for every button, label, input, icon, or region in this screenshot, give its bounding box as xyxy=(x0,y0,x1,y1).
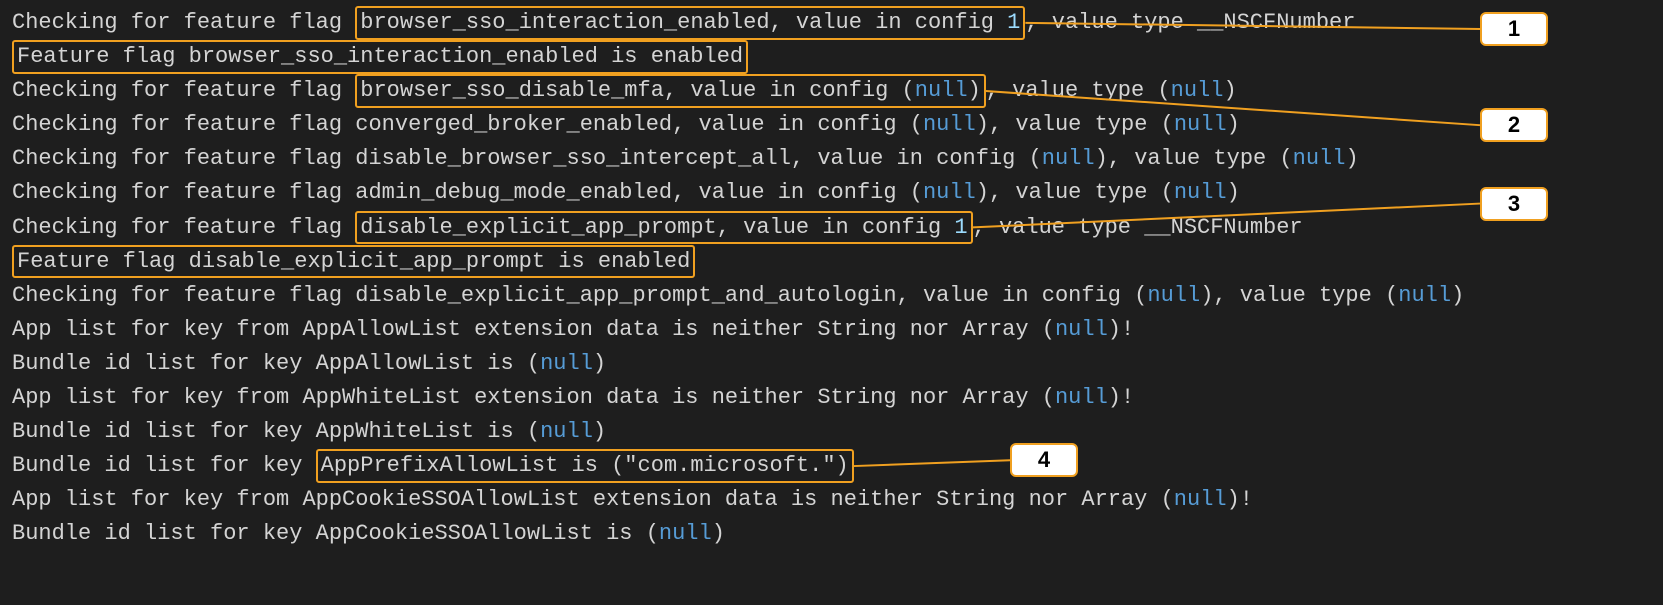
highlight-region: browser_sso_disable_mfa, value in config… xyxy=(355,74,986,108)
log-text: Feature flag disable_explicit_app_prompt… xyxy=(17,249,690,274)
log-text: browser_sso_interaction_enabled, value i… xyxy=(360,10,1007,35)
log-text: ) xyxy=(1345,146,1358,171)
log-text: , value type __NSCFNumber xyxy=(1025,10,1355,35)
highlight-region: Feature flag browser_sso_interaction_ena… xyxy=(12,40,748,74)
log-text: )! xyxy=(1108,385,1134,410)
log-text: Checking for feature flag disable_explic… xyxy=(12,283,1147,308)
log-text: Checking for feature flag xyxy=(12,215,355,240)
log-text: Checking for feature flag converged_brok… xyxy=(12,112,923,137)
log-text: ) xyxy=(712,521,725,546)
log-value-null: null xyxy=(923,180,976,205)
log-line: Feature flag disable_explicit_app_prompt… xyxy=(12,245,1651,279)
log-text: Bundle id list for key AppCookieSSOAllow… xyxy=(12,521,659,546)
log-line: Checking for feature flag disable_browse… xyxy=(12,142,1651,176)
log-text: Bundle id list for key AppWhiteList is ( xyxy=(12,419,540,444)
log-text: Feature flag browser_sso_interaction_ena… xyxy=(17,44,743,69)
log-text: ) xyxy=(1451,283,1464,308)
log-line: Bundle id list for key AppWhiteList is (… xyxy=(12,415,1651,449)
log-value-null: null xyxy=(540,419,593,444)
log-text: ) xyxy=(968,78,981,103)
log-value-null: null xyxy=(923,112,976,137)
log-line: App list for key from AppCookieSSOAllowL… xyxy=(12,483,1651,517)
log-text: ) xyxy=(1227,180,1240,205)
log-text: ), value type ( xyxy=(1095,146,1293,171)
log-value-null: null xyxy=(1174,487,1227,512)
log-text: , value type ( xyxy=(986,78,1171,103)
callout-3: 3 xyxy=(1480,187,1548,221)
log-text: Checking for feature flag disable_browse… xyxy=(12,146,1042,171)
callout-4: 4 xyxy=(1010,443,1078,477)
log-text: Bundle id list for key AppAllowList is ( xyxy=(12,351,540,376)
log-text: )! xyxy=(1108,317,1134,342)
callout-2: 2 xyxy=(1480,108,1548,142)
log-text: browser_sso_disable_mfa, value in config… xyxy=(360,78,915,103)
log-line: Checking for feature flag browser_sso_in… xyxy=(12,6,1651,40)
log-text: , value type __NSCFNumber xyxy=(973,215,1303,240)
highlight-region: Feature flag disable_explicit_app_prompt… xyxy=(12,245,695,279)
log-line: App list for key from AppWhiteList exten… xyxy=(12,381,1651,415)
log-value-null: null xyxy=(1174,112,1227,137)
log-text: ) xyxy=(1223,78,1236,103)
log-value-null: null xyxy=(1147,283,1200,308)
log-line: App list for key from AppAllowList exten… xyxy=(12,313,1651,347)
log-text: Checking for feature flag xyxy=(12,78,355,103)
log-value-number: 1 xyxy=(954,215,967,240)
log-line: Bundle id list for key AppAllowList is (… xyxy=(12,347,1651,381)
log-line: Bundle id list for key AppPrefixAllowLis… xyxy=(12,449,1651,483)
log-text: App list for key from AppCookieSSOAllowL… xyxy=(12,487,1174,512)
log-text: )! xyxy=(1227,487,1253,512)
highlight-region: browser_sso_interaction_enabled, value i… xyxy=(355,6,1025,40)
log-text: ) xyxy=(593,419,606,444)
log-line: Checking for feature flag converged_brok… xyxy=(12,108,1651,142)
log-text: ) xyxy=(593,351,606,376)
callout-1: 1 xyxy=(1480,12,1548,46)
log-text: ), value type ( xyxy=(976,112,1174,137)
log-text: disable_explicit_app_prompt, value in co… xyxy=(360,215,954,240)
log-text: App list for key from AppAllowList exten… xyxy=(12,317,1055,342)
log-value-null: null xyxy=(659,521,712,546)
log-line: Feature flag browser_sso_interaction_ena… xyxy=(12,40,1651,74)
log-text: AppPrefixAllowList is ("com.microsoft.") xyxy=(321,453,849,478)
log-line: Checking for feature flag browser_sso_di… xyxy=(12,74,1651,108)
log-value-null: null xyxy=(1398,283,1451,308)
log-text: ), value type ( xyxy=(1200,283,1398,308)
log-value-null: null xyxy=(915,78,968,103)
log-value-null: null xyxy=(1055,317,1108,342)
log-value-null: null xyxy=(1174,180,1227,205)
log-value-null: null xyxy=(1042,146,1095,171)
highlight-region: disable_explicit_app_prompt, value in co… xyxy=(355,211,972,245)
log-value-null: null xyxy=(540,351,593,376)
log-value-null: null xyxy=(1293,146,1346,171)
log-text: Checking for feature flag admin_debug_mo… xyxy=(12,180,923,205)
highlight-region: AppPrefixAllowList is ("com.microsoft.") xyxy=(316,449,854,483)
log-line: Checking for feature flag admin_debug_mo… xyxy=(12,176,1651,210)
log-value-null: null xyxy=(1171,78,1224,103)
log-output: Checking for feature flag browser_sso_in… xyxy=(0,0,1663,558)
log-line: Checking for feature flag disable_explic… xyxy=(12,211,1651,245)
log-text: Checking for feature flag xyxy=(12,10,355,35)
log-line: Checking for feature flag disable_explic… xyxy=(12,279,1651,313)
log-text: Bundle id list for key xyxy=(12,453,316,478)
log-text: ), value type ( xyxy=(976,180,1174,205)
log-value-null: null xyxy=(1055,385,1108,410)
log-text: App list for key from AppWhiteList exten… xyxy=(12,385,1055,410)
log-text: ) xyxy=(1227,112,1240,137)
log-value-number: 1 xyxy=(1007,10,1020,35)
log-line: Bundle id list for key AppCookieSSOAllow… xyxy=(12,517,1651,551)
